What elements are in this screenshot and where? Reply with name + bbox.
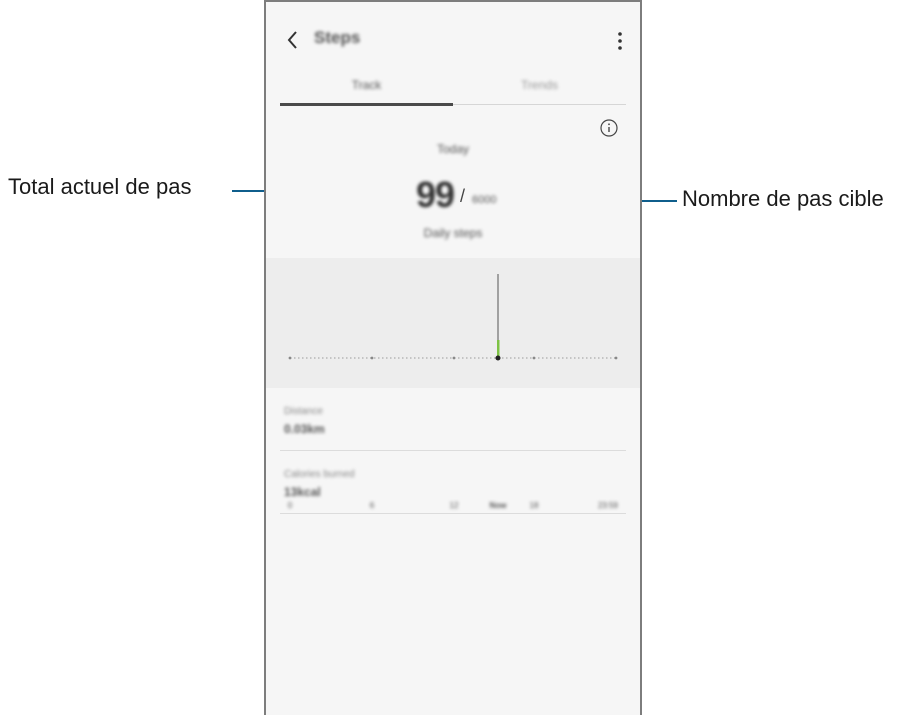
annotation-right-text: Nombre de pas cible — [682, 186, 884, 211]
stat-calories: Calories burned 13kcal — [280, 451, 626, 514]
tab-bar: Track Trends — [280, 74, 626, 106]
steps-separator: / — [460, 186, 466, 206]
period-label: Today — [436, 142, 470, 156]
tick-dot — [532, 356, 536, 360]
tick-dot — [370, 356, 374, 360]
more-options-button[interactable] — [610, 28, 630, 54]
page-title: Steps — [314, 28, 361, 47]
stat-value: 13kcal — [284, 485, 321, 499]
annotation-left-text: Total actuel de pas — [8, 174, 192, 199]
tab-trends[interactable]: Trends — [453, 78, 626, 92]
now-marker-dot — [495, 355, 501, 361]
phone-screen: Steps Track Trends Today 99 / 6000 Daily… — [264, 0, 642, 715]
info-icon — [600, 119, 618, 137]
stat-label: Calories burned — [284, 469, 355, 480]
step-bar — [497, 340, 500, 358]
tick-dot — [452, 356, 456, 360]
steps-chart-svg — [288, 274, 618, 361]
goal-status: Daily steps — [423, 226, 483, 240]
active-tab-indicator — [280, 103, 453, 106]
info-button[interactable] — [599, 118, 619, 138]
tick-dot — [614, 356, 618, 360]
current-steps: 99 — [416, 174, 455, 215]
more-vertical-icon — [618, 32, 622, 50]
tick-dot — [288, 356, 292, 360]
stat-distance: Distance 0.03km — [280, 388, 626, 451]
stat-label: Distance — [284, 406, 323, 417]
back-arrow-icon — [287, 31, 297, 49]
tab-track[interactable]: Track — [280, 78, 453, 92]
stats-list: Distance 0.03km Calories burned 13kcal — [280, 388, 626, 514]
app-bar: Steps — [266, 2, 640, 82]
target-steps: 6000 — [472, 194, 497, 206]
stat-value: 0.03km — [284, 422, 325, 436]
back-button[interactable] — [284, 26, 304, 54]
steps-chart: 0 6 12 Now 18 23:59 — [266, 258, 640, 510]
